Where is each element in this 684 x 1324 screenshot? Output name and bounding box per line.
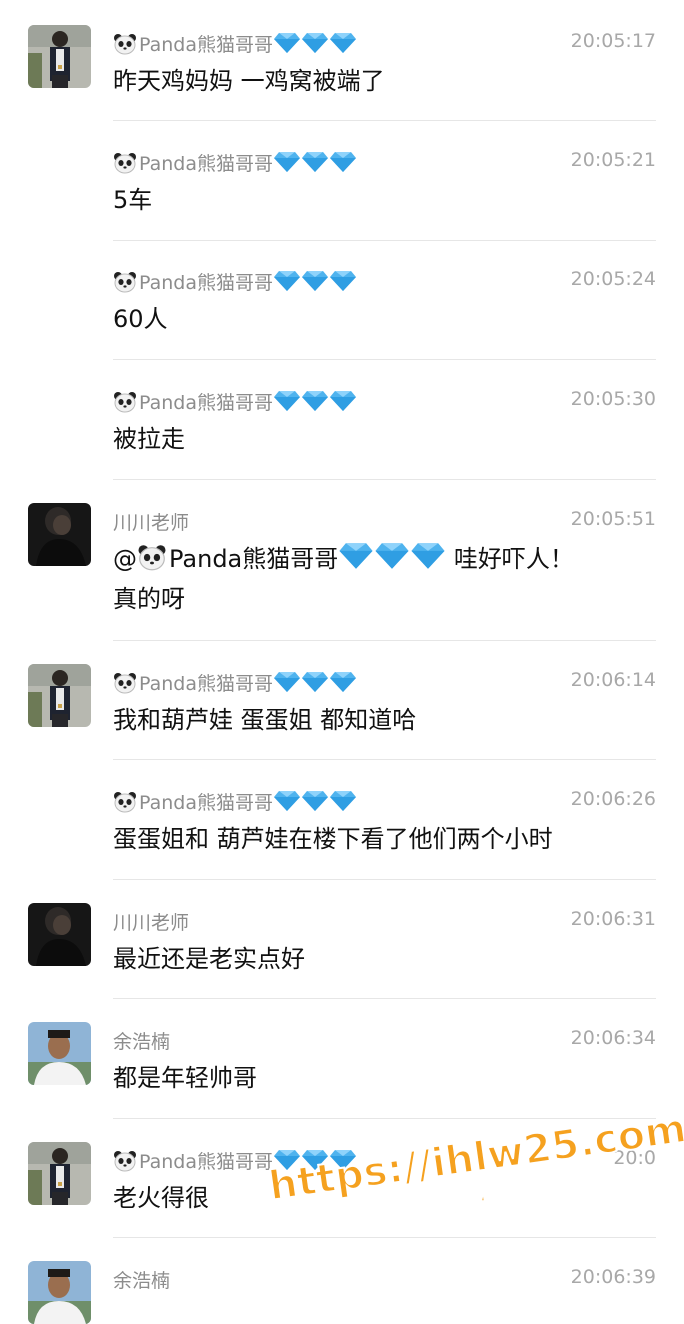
avatar[interactable] <box>28 1022 91 1085</box>
diamond-icon <box>330 672 356 692</box>
diamond-icon <box>302 791 328 811</box>
diamond-icon <box>330 791 356 811</box>
message-text[interactable]: 我和葫芦娃 蛋蛋姐 都知道哈 <box>113 700 656 740</box>
sender-name: Panda熊猫哥哥 <box>113 268 357 295</box>
diamond-icon <box>274 791 300 811</box>
message-text[interactable]: 60人 <box>113 299 656 339</box>
sender-name: Panda熊猫哥哥 <box>113 149 357 176</box>
message-text[interactable]: 蛋蛋姐和 葫芦娃在楼下看了他们两个小时 <box>113 819 656 859</box>
divider <box>113 120 656 121</box>
panda-icon <box>114 673 136 694</box>
message-text[interactable]: 都是年轻帅哥 <box>113 1058 656 1098</box>
avatar[interactable] <box>28 1142 91 1205</box>
diamond-icon <box>274 152 300 172</box>
message-time: 20:06:26 <box>570 788 656 810</box>
divider <box>113 1237 656 1238</box>
chat-message-list[interactable]: Panda熊猫哥哥 20:05:17 昨天鸡妈妈 一鸡窝被端了 Panda熊猫哥… <box>0 0 684 1324</box>
divider <box>113 998 656 999</box>
avatar[interactable] <box>28 903 91 966</box>
message-text[interactable]: 最近还是老实点好 <box>113 939 656 979</box>
avatar[interactable] <box>28 1261 91 1324</box>
diamond-icon <box>330 152 356 172</box>
message-time: 20:05:30 <box>570 388 656 410</box>
panda-icon <box>114 272 136 293</box>
message-time: 20:06:39 <box>570 1266 656 1288</box>
panda-icon <box>114 34 136 55</box>
divider <box>113 759 656 760</box>
divider <box>113 359 656 360</box>
panda-icon <box>114 153 136 174</box>
message-text[interactable]: 5车 <box>113 180 656 220</box>
sender-name: 川川老师 <box>113 512 190 534</box>
divider <box>113 240 656 241</box>
sender-name: Panda熊猫哥哥 <box>113 388 357 415</box>
diamond-icon <box>302 391 328 411</box>
diamond-icon <box>302 33 328 53</box>
diamond-icon <box>330 271 356 291</box>
diamond-icon <box>274 271 300 291</box>
diamond-icon <box>274 672 300 692</box>
diamond-icon <box>302 672 328 692</box>
diamond-icon <box>302 152 328 172</box>
divider <box>113 640 656 641</box>
avatar[interactable] <box>28 25 91 88</box>
message-time: 20:05:24 <box>570 268 656 290</box>
avatar[interactable] <box>28 503 91 566</box>
message-text[interactable]: 昨天鸡妈妈 一鸡窝被端了 <box>113 61 656 101</box>
message-time: 20:06:14 <box>570 669 656 691</box>
avatar[interactable] <box>28 664 91 727</box>
message-text[interactable]: @ Panda熊猫哥哥 哇好吓人！ 真的呀 <box>113 539 656 619</box>
diamond-icon <box>339 543 373 569</box>
sender-name: Panda熊猫哥哥 <box>113 30 357 57</box>
message-time: 20:05:17 <box>570 30 656 52</box>
divider <box>113 879 656 880</box>
diamond-icon <box>375 543 409 569</box>
message-time: 20:06:31 <box>570 908 656 930</box>
sender-name: Panda熊猫哥哥 <box>113 788 357 815</box>
message-text[interactable]: 被拉走 <box>113 419 656 459</box>
panda-icon <box>138 545 166 571</box>
diamond-icon <box>330 391 356 411</box>
mention[interactable]: Panda熊猫哥哥 <box>169 545 338 573</box>
panda-icon <box>114 792 136 813</box>
diamond-icon <box>274 391 300 411</box>
divider <box>113 479 656 480</box>
sender-name: Panda熊猫哥哥 <box>113 669 357 696</box>
diamond-icon <box>302 271 328 291</box>
panda-icon <box>114 392 136 413</box>
diamond-icon <box>274 33 300 53</box>
diamond-icon <box>330 33 356 53</box>
sender-name: 余浩楠 <box>113 1031 171 1053</box>
panda-icon <box>114 1151 136 1172</box>
message-time: 20:06:34 <box>570 1027 656 1049</box>
diamond-icon <box>411 543 445 569</box>
sender-name: 川川老师 <box>113 912 190 934</box>
message-time: 20:05:51 <box>570 508 656 530</box>
message-time: 20:05:21 <box>570 149 656 171</box>
